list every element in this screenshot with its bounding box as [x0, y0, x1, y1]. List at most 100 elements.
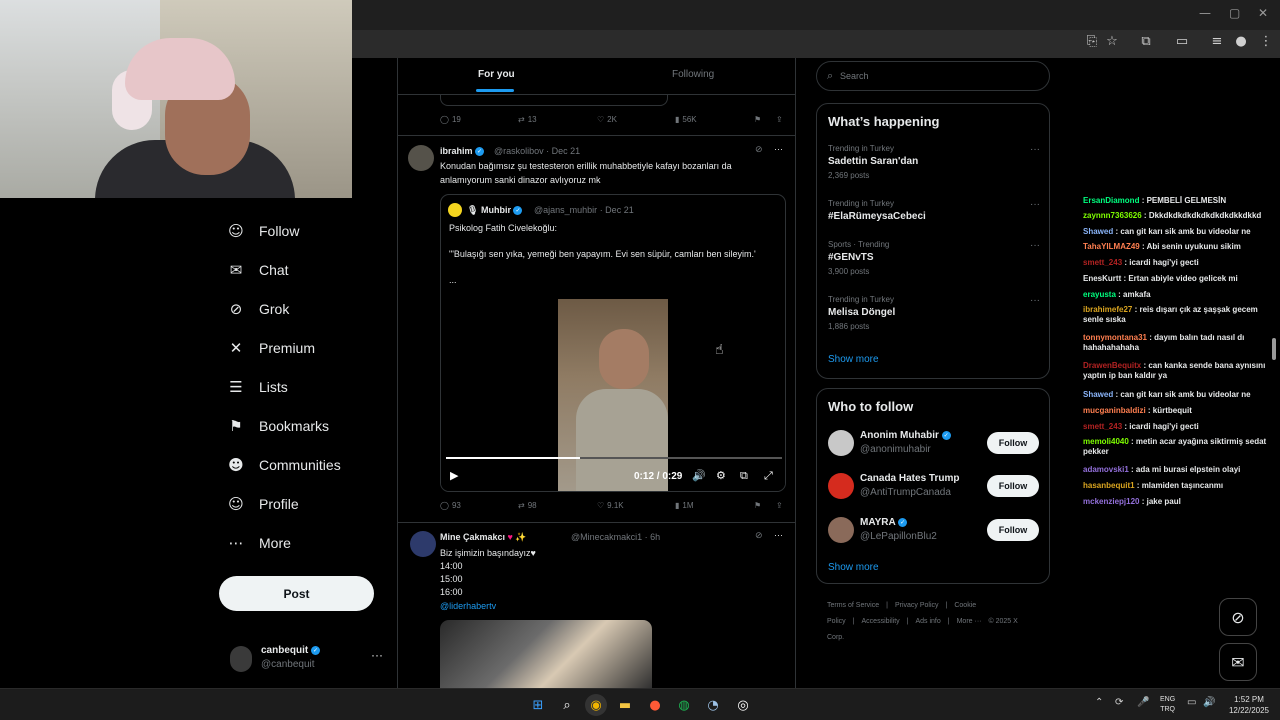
minimize-button[interactable]: — [1199, 6, 1211, 20]
scroll-thumb[interactable] [1272, 338, 1276, 360]
follow-suggestion[interactable]: Anonim Muhabir ✓ @anonimuhabir Follow [828, 429, 1040, 459]
account-switcher[interactable]: canbequit ✓ @canbequit ··· [230, 640, 390, 680]
nav-item-communities[interactable]: ☻ Communities [227, 450, 341, 480]
chat-username[interactable]: adamovski1 [1083, 465, 1129, 474]
spotify-icon[interactable]: ◍ [673, 694, 695, 716]
clock[interactable]: 1:52 PM 12/22/2025 [1224, 694, 1274, 716]
more-icon[interactable]: ··· [774, 530, 783, 540]
folder-icon[interactable]: ▬ [614, 694, 636, 716]
trend-item[interactable]: Trending in Turkey #ElaRümeysaCebeci ··· [828, 199, 1040, 239]
chat-username[interactable]: EnesKurtt [1083, 274, 1121, 283]
play-icon[interactable]: ▶ [450, 469, 458, 482]
suggestion-name[interactable]: Canada Hates Trump [860, 473, 959, 484]
footer-link[interactable]: Terms of Service [827, 602, 879, 609]
chat-username[interactable]: smett_243 [1083, 258, 1122, 267]
chat-username[interactable]: zaynnn7363626 [1083, 211, 1142, 220]
avatar[interactable] [828, 430, 854, 456]
avatar[interactable] [410, 531, 436, 557]
more-icon[interactable]: ··· [371, 648, 383, 662]
maximize-button[interactable]: ▢ [1229, 6, 1240, 20]
trend-item[interactable]: Trending in Turkey Sadettin Saran'dan 2,36… [828, 144, 1040, 184]
share-icon[interactable]: ⇪ [776, 501, 783, 510]
more-icon[interactable]: ··· [1030, 295, 1040, 306]
video-progress-bar[interactable] [446, 457, 782, 459]
pip-icon[interactable]: ⧉ [740, 469, 748, 483]
more-icon[interactable]: ··· [1030, 199, 1040, 210]
network-icon[interactable]: ▭ [1187, 697, 1196, 708]
chat-username[interactable]: erayusta [1083, 290, 1116, 299]
footer-link[interactable]: Accessibility [862, 618, 900, 625]
follow-button[interactable]: Follow [987, 432, 1039, 454]
follow-button[interactable]: Follow [987, 519, 1039, 541]
chat-username[interactable]: ibrahimefe27 [1083, 305, 1132, 314]
more-icon[interactable]: ··· [1030, 144, 1040, 155]
steam-icon[interactable]: ◔ [702, 694, 724, 716]
like-button[interactable]: ♡ 2K [597, 115, 617, 124]
share-icon[interactable]: ⇪ [776, 115, 783, 124]
footer-link[interactable]: Ads info [915, 618, 940, 625]
volume-icon[interactable]: 🔊 [692, 469, 706, 482]
follow-suggestion[interactable]: MAYRA ✓ @LePapillonBlu2 Follow [828, 516, 1040, 546]
follow-button[interactable]: Follow [987, 475, 1039, 497]
media-icon[interactable]: ≡ [1207, 34, 1227, 52]
chat-username[interactable]: ErsanDiamond [1083, 196, 1139, 205]
avatar[interactable] [828, 473, 854, 499]
footer-link[interactable]: Privacy Policy [895, 602, 939, 609]
quoted-tweet[interactable]: 🎙 Muhbir ✓ @ajans_muhbir · Dec 21 Psikol… [440, 194, 786, 492]
input-language[interactable]: ENG TRQ [1160, 695, 1175, 715]
nav-item-follow[interactable]: ☺ Follow [227, 216, 299, 246]
avatar[interactable] [828, 517, 854, 543]
views-button[interactable]: ▮ 56K [675, 115, 697, 124]
obs-icon[interactable]: ◎ [732, 694, 754, 716]
search-input[interactable]: ⌕ Search [816, 61, 1050, 91]
mention-link[interactable]: @liderhabertv [440, 599, 496, 613]
chat-username[interactable]: smett_243 [1083, 422, 1122, 431]
grok-icon[interactable]: ⊘ [755, 145, 763, 155]
video-player[interactable]: ▶ 0:12 / 0:29 🔊 ⚙ ⧉ ⤢ [441, 299, 785, 491]
views-button[interactable]: ▮ 1M [675, 501, 694, 510]
chat-username[interactable]: TahaYILMAZ49 [1083, 242, 1140, 251]
avatar[interactable] [408, 145, 434, 171]
chat-username[interactable]: DrawenBequitx [1083, 361, 1141, 370]
tray-chevron-icon[interactable]: ⌃ [1095, 697, 1103, 708]
tweet-image[interactable] [440, 620, 652, 688]
search-icon[interactable]: ⌕ [556, 694, 578, 716]
nav-item-more[interactable]: ⋯ More [227, 528, 291, 558]
repost-button[interactable]: ⇄ 98 [518, 501, 537, 510]
repost-button[interactable]: ⇄ 13 [518, 115, 537, 124]
chat-username[interactable]: memoli4040 [1083, 437, 1129, 446]
tweet-author-name[interactable]: Mine Çakmakcı ♥ ✨ [440, 532, 527, 543]
menu-icon[interactable]: ⋮ [1256, 34, 1276, 52]
bookmark-icon[interactable]: ⚑ [754, 501, 761, 510]
chat-username[interactable]: tonnymontana31 [1083, 333, 1147, 342]
mic-icon[interactable]: 🎤 [1137, 697, 1149, 708]
star-icon[interactable]: ☆ [1102, 34, 1122, 52]
nav-item-profile[interactable]: ☺ Profile [227, 489, 299, 519]
messages-icon[interactable]: ✉ [1219, 643, 1257, 681]
fullscreen-icon[interactable]: ⤢ [764, 469, 773, 483]
nav-item-lists[interactable]: ☰ Lists [227, 372, 288, 402]
bookmark-icon[interactable]: ⚑ [754, 115, 761, 124]
nav-item-bookmarks[interactable]: ⚑ Bookmarks [227, 411, 329, 441]
settings-icon[interactable]: ⚙ [716, 469, 726, 482]
tab-for-you[interactable]: For you [478, 69, 515, 80]
chat-username[interactable]: Shawed [1083, 227, 1113, 236]
reply-button[interactable]: ◯ 19 [440, 115, 461, 124]
trend-item[interactable]: Trending in Turkey Melisa Döngel 1,886 pos… [828, 295, 1040, 335]
nav-item-chat[interactable]: ✉ Chat [227, 255, 289, 285]
tab-following[interactable]: Following [672, 69, 714, 80]
close-button[interactable]: ✕ [1258, 6, 1268, 20]
grok-icon[interactable]: ⊘ [1219, 598, 1257, 636]
suggestion-name[interactable]: MAYRA ✓ [860, 517, 908, 528]
cast-icon[interactable]: ⎘ [1082, 34, 1102, 52]
chat-username[interactable]: Shawed [1083, 390, 1113, 399]
chat-username[interactable]: mckenziepj120 [1083, 497, 1139, 506]
nav-item-premium[interactable]: ✕ Premium [227, 333, 315, 363]
nav-item-grok[interactable]: ⊘ Grok [227, 294, 290, 324]
trend-item[interactable]: Sports · Trending #GENvTS 3,900 posts ··· [828, 240, 1040, 280]
post-button[interactable]: Post [219, 576, 374, 611]
more-icon[interactable]: ··· [1030, 240, 1040, 251]
app-icon[interactable]: ● [644, 694, 666, 716]
reply-button[interactable]: ◯ 93 [440, 501, 461, 510]
extensions-icon[interactable]: ⧉ [1136, 34, 1156, 52]
